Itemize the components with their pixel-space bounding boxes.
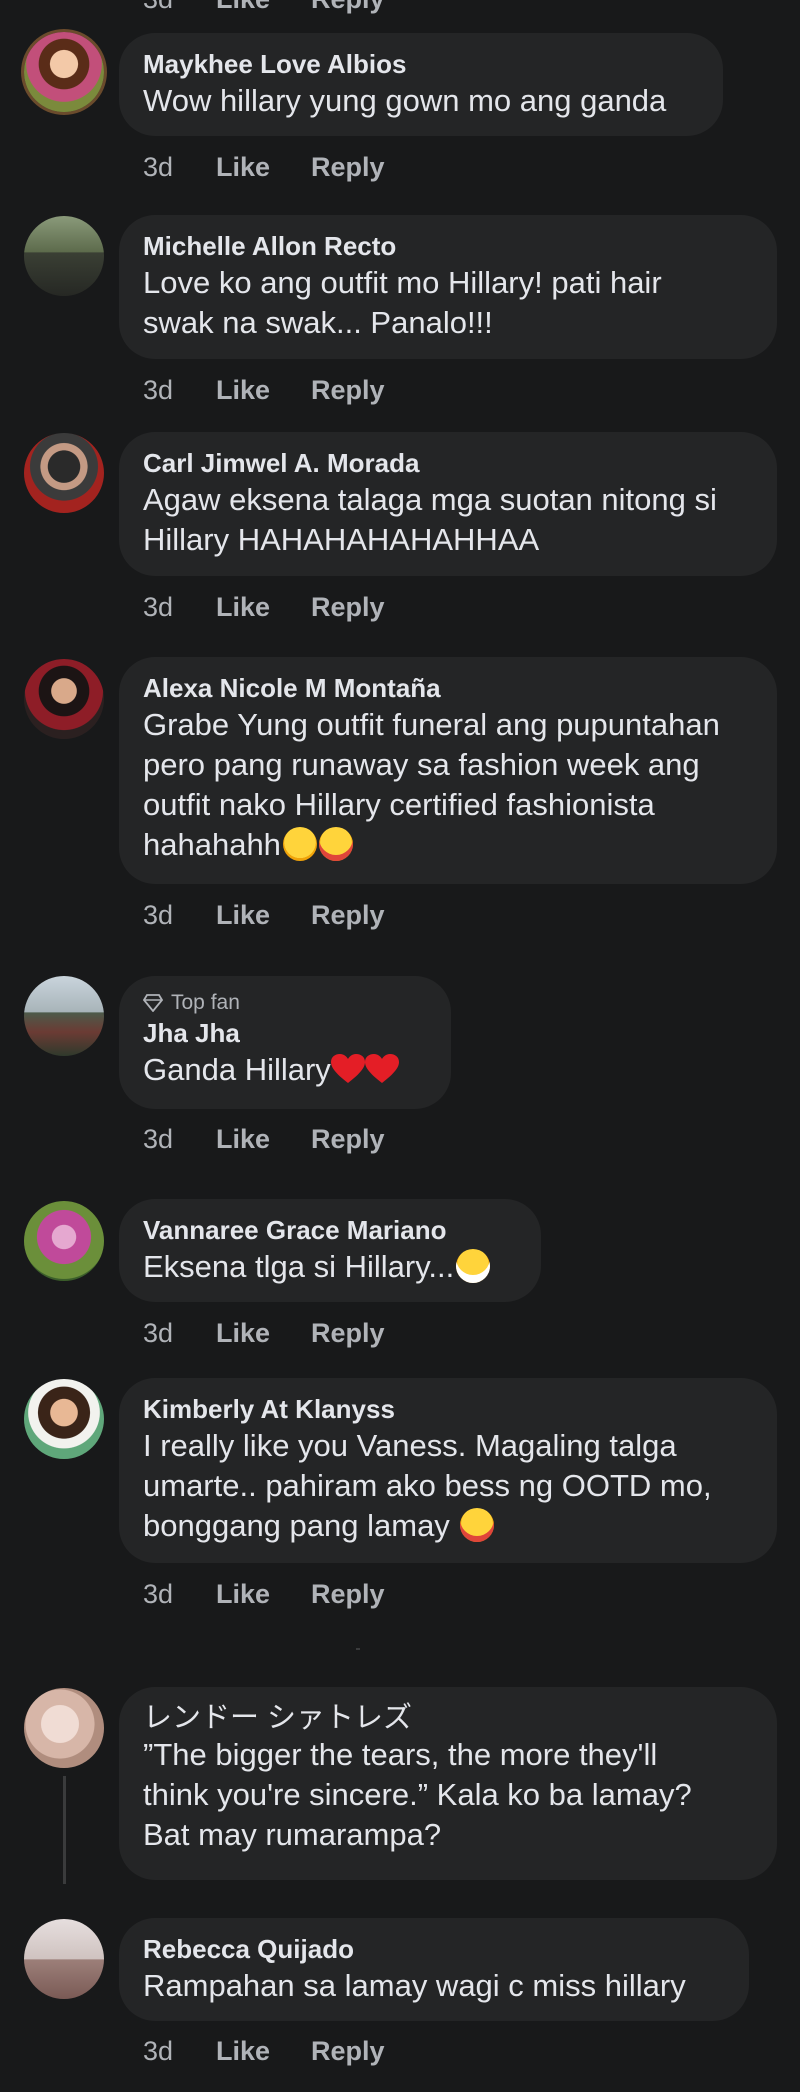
reply-button[interactable]: Reply: [311, 592, 385, 623]
comment-text: Ganda Hillary: [143, 1052, 331, 1087]
comment-bubble: Vannaree Grace Mariano Eksena tlga si Hi…: [119, 1199, 541, 1302]
commenter-name[interactable]: レンドー シァトレズ: [143, 1701, 753, 1735]
comment-text: I really like you Vaness. Magaling talga: [143, 1428, 677, 1463]
avatar[interactable]: [24, 1688, 104, 1768]
avatar[interactable]: [24, 1919, 104, 1999]
comment-bubble: Carl Jimwel A. Morada Agaw eksena talaga…: [119, 432, 777, 576]
comment-bubble: Maykhee Love Albios Wow hillary yung gow…: [119, 33, 723, 136]
comment-text-line: Ganda Hillary: [143, 1050, 427, 1090]
comment-text: pero pang runaway sa fashion week ang: [143, 747, 700, 782]
comment-text: bonggang pang lamay: [143, 1508, 459, 1543]
comment-text: Agaw eksena talaga mga suotan nitong si: [143, 482, 717, 517]
comment-bubble: Rebecca Quijado Rampahan sa lamay wagi c…: [119, 1918, 749, 2021]
comment-text: swak na swak... Panalo!!!: [143, 305, 493, 340]
comment-bubble: Alexa Nicole M Montaña Grabe Yung outfit…: [119, 657, 777, 884]
commenter-name[interactable]: Alexa Nicole M Montaña: [143, 671, 753, 705]
like-button[interactable]: Like: [216, 1318, 311, 1349]
comment-time: 3d: [143, 900, 174, 930]
comment-text: Hillary HAHAHAHAHAHHAA: [143, 522, 540, 557]
comment-text: Grabe Yung outfit funeral ang pupuntahan: [143, 707, 720, 742]
grin-emoji-icon: [456, 1249, 491, 1283]
comment-text: umarte.. pahiram ako bess ng OOTD mo,: [143, 1468, 712, 1503]
like-button[interactable]: Like: [216, 0, 311, 15]
commenter-name[interactable]: Kimberly At Klanyss: [143, 1392, 753, 1426]
avatar[interactable]: [24, 433, 104, 513]
comment-text: think you're sincere.” Kala ko ba lamay?: [143, 1777, 692, 1812]
comment-text-line: Eksena tlga si Hillary...: [143, 1247, 517, 1287]
divider-dot: [356, 1648, 360, 1650]
comment-actions: 3d Like Reply: [143, 1579, 385, 1610]
comment-text: Bat may rumarampa?: [143, 1817, 442, 1852]
avatar[interactable]: [24, 216, 104, 296]
comment-time: 3d: [143, 2036, 174, 2066]
reply-button[interactable]: Reply: [311, 0, 385, 15]
comment-text-last: bonggang pang lamay: [143, 1506, 753, 1546]
reply-button[interactable]: Reply: [311, 900, 385, 931]
comment-bubble: Michelle Allon Recto Love ko ang outfit …: [119, 215, 777, 359]
reply-button[interactable]: Reply: [311, 152, 385, 183]
comment-actions: 3d Like Reply: [143, 1124, 385, 1155]
commenter-name[interactable]: Jha Jha: [143, 1016, 427, 1050]
comment-time: 3d: [143, 152, 174, 182]
like-button[interactable]: Like: [216, 2036, 311, 2067]
like-button[interactable]: Like: [216, 592, 311, 623]
comment-actions: 3d Like Reply: [143, 592, 385, 623]
reply-button[interactable]: Reply: [311, 375, 385, 406]
sweat-smile-emoji-icon: [282, 827, 317, 861]
comment-time: 3d: [143, 1124, 174, 1154]
comment-text: Wow hillary yung gown mo ang ganda: [143, 83, 667, 118]
comment-text: outfit nako Hillary certified fashionist…: [143, 787, 655, 822]
joy-emoji-icon: [460, 1508, 495, 1542]
avatar[interactable]: [24, 976, 104, 1056]
comment-text: hahahahh: [143, 827, 281, 862]
comment-actions: 3d Like Reply: [143, 152, 385, 183]
comment-bubble: Kimberly At Klanyss I really like you Va…: [119, 1378, 777, 1563]
top-fan-badge[interactable]: Top fan: [143, 990, 427, 1016]
comment-text: ”The bigger the tears, the more they'll: [143, 1737, 658, 1772]
comment-actions: 3d Like Reply: [143, 900, 385, 931]
comment-bubble: レンドー シァトレズ ”The bigger the tears, the mo…: [119, 1687, 777, 1880]
like-button[interactable]: Like: [216, 152, 311, 183]
commenter-name[interactable]: Rebecca Quijado: [143, 1932, 725, 1966]
heart-emoji-icon: [364, 1054, 399, 1083]
reply-button[interactable]: Reply: [311, 2036, 385, 2067]
comment-text-last: hahahahh: [143, 825, 753, 865]
diamond-icon: [143, 994, 163, 1012]
commenter-name[interactable]: Vannaree Grace Mariano: [143, 1213, 517, 1247]
like-button[interactable]: Like: [216, 900, 311, 931]
comment-time: 3d: [143, 375, 174, 405]
avatar[interactable]: [24, 659, 104, 739]
comment-time: 3d: [143, 1579, 174, 1609]
badge-label: Top fan: [171, 991, 240, 1014]
avatar[interactable]: [24, 1201, 104, 1281]
reply-button[interactable]: Reply: [311, 1318, 385, 1349]
reply-button[interactable]: Reply: [311, 1579, 385, 1610]
avatar[interactable]: [24, 32, 104, 112]
comment-actions: 3d Like Reply: [143, 1318, 385, 1349]
commenter-name[interactable]: Michelle Allon Recto: [143, 229, 753, 263]
previous-comment-actions: 3d Like Reply: [143, 0, 385, 15]
comment-time: 3d: [143, 0, 216, 15]
like-button[interactable]: Like: [216, 375, 311, 406]
joy-emoji-icon: [318, 827, 353, 861]
avatar[interactable]: [24, 1379, 104, 1459]
comment-actions: 3d Like Reply: [143, 2036, 385, 2067]
like-button[interactable]: Like: [216, 1579, 311, 1610]
commenter-name[interactable]: Carl Jimwel A. Morada: [143, 446, 753, 480]
comment-actions: 3d Like Reply: [143, 375, 385, 406]
like-button[interactable]: Like: [216, 1124, 311, 1155]
comment-bubble: Top fan Jha Jha Ganda Hillary: [119, 976, 451, 1109]
comment-text: Love ko ang outfit mo Hillary! pati hair: [143, 265, 662, 300]
heart-emoji-icon: [330, 1054, 365, 1083]
comment-time: 3d: [143, 1318, 174, 1348]
thread-line: [63, 1776, 66, 1884]
comment-time: 3d: [143, 592, 174, 622]
comment-text: Eksena tlga si Hillary...: [143, 1249, 455, 1284]
commenter-name[interactable]: Maykhee Love Albios: [143, 47, 699, 81]
reply-button[interactable]: Reply: [311, 1124, 385, 1155]
comment-text: Rampahan sa lamay wagi c miss hillary: [143, 1968, 686, 2003]
